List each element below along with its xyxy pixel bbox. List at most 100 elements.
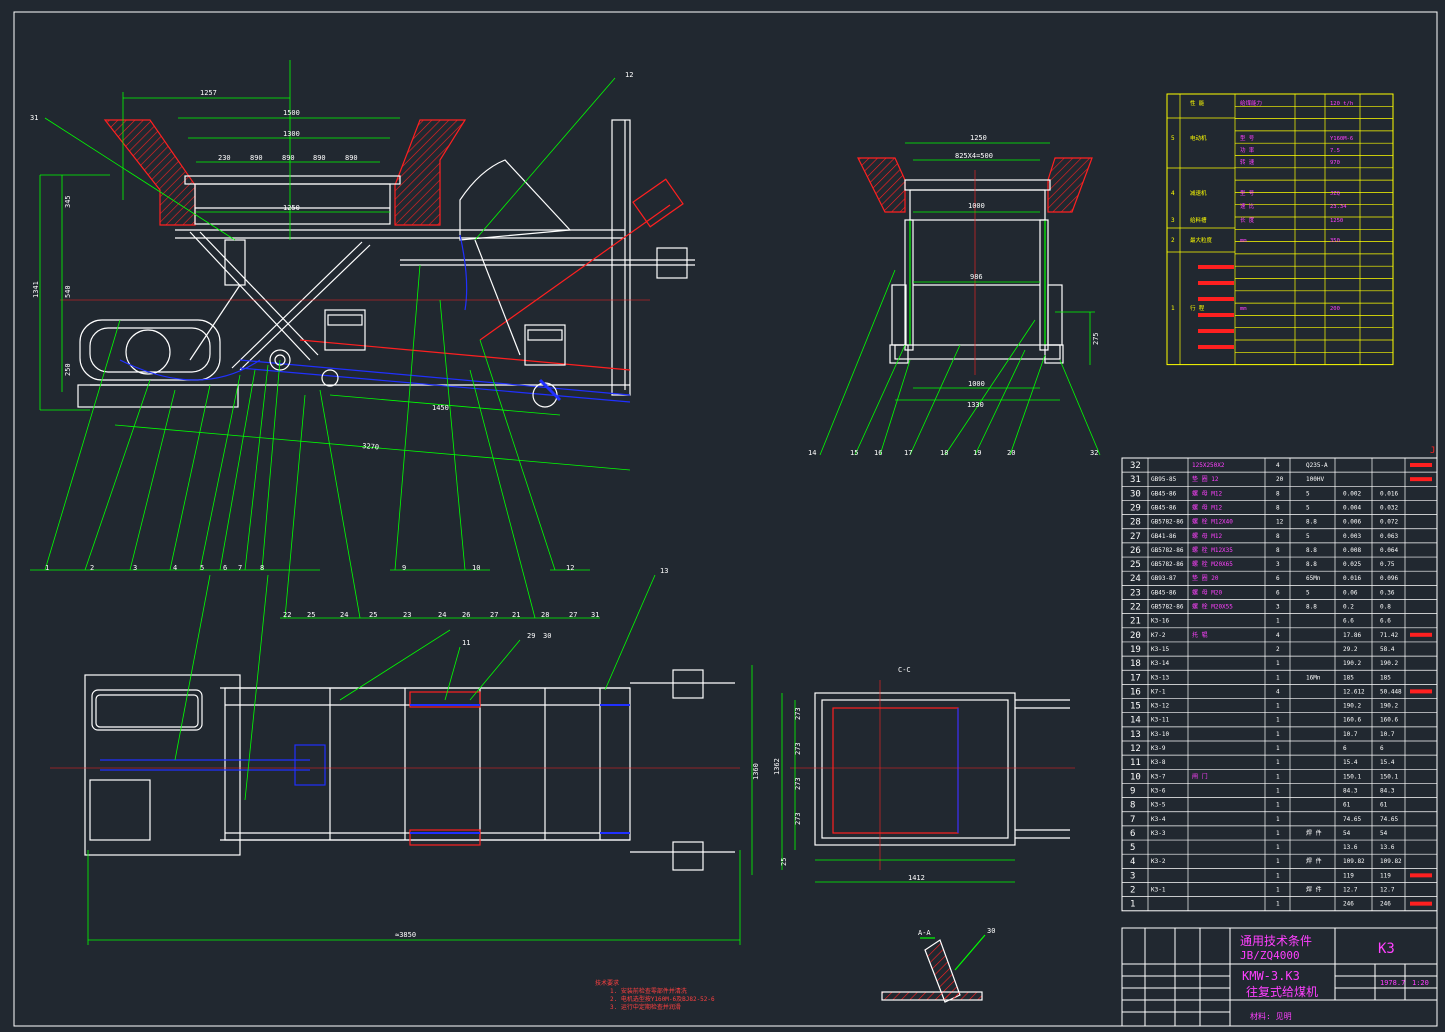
part-code: K3-9 xyxy=(1151,745,1166,752)
tech-row-no: 5 xyxy=(1171,135,1175,142)
parts-table-flag: J xyxy=(1430,446,1435,456)
part-weight-total: 0.064 xyxy=(1380,547,1398,554)
part-weight-single: 109.82 xyxy=(1343,858,1365,865)
balloon-top-1: 1 xyxy=(45,564,49,572)
part-no: 22 xyxy=(1130,603,1141,613)
part-weight-single: 0.016 xyxy=(1343,575,1361,582)
dim-3270: 3270 xyxy=(362,442,379,451)
part-no: 23 xyxy=(1130,588,1141,598)
part-weight-single: 61 xyxy=(1343,802,1351,809)
part-weight-single: 54 xyxy=(1343,830,1351,837)
dim-1362: 1362 xyxy=(773,758,781,775)
balloon-side-16: 16 xyxy=(874,449,882,457)
part-qty: 8 xyxy=(1276,504,1280,511)
part-qty: 1 xyxy=(1276,901,1280,908)
balloon-13: 13 xyxy=(660,567,668,575)
part-weight-single: 10.7 xyxy=(1343,731,1358,738)
tech-row-no: 2 xyxy=(1171,237,1175,244)
part-weight-total: 185 xyxy=(1380,674,1391,681)
parts-table: J32 125X250X2 4 Q235-A31 GB95-85 垫 圈 12 20 100H… xyxy=(1121,446,1438,912)
title-sheet: 1978.7 xyxy=(1380,979,1405,987)
note-line: 技术要求 xyxy=(595,979,619,987)
section-cc-dims xyxy=(781,693,1015,883)
part-name: 螺 母 M20 xyxy=(1192,588,1222,596)
part-weight-single: 0.006 xyxy=(1343,519,1361,526)
part-name: 螺 母 M12 xyxy=(1192,532,1222,540)
parts-table-mark xyxy=(1410,689,1432,694)
balloon-side-19: 19 xyxy=(973,449,981,457)
tech-row-value: 350 xyxy=(1330,238,1340,244)
dim-540: 540 xyxy=(64,285,72,298)
tech-row-param: 转 速 xyxy=(1240,158,1255,166)
balloon-mid-3: 25 xyxy=(369,611,377,619)
balloon-side-20: 20 xyxy=(1007,449,1015,457)
title-code: K3 xyxy=(1378,941,1395,957)
balloon-top-6: 6 xyxy=(223,564,227,572)
part-qty: 12 xyxy=(1276,519,1284,526)
part-name: 螺 栓 M12X35 xyxy=(1192,546,1233,554)
dim-1300: 1300 xyxy=(283,130,300,138)
balloon-top-8: 8 xyxy=(260,564,264,572)
drawing-canvas: 1257 1500 1300 230 890 890 890 890 1250 … xyxy=(13,11,1438,1027)
balloon-mid-7: 27 xyxy=(490,611,498,619)
part-weight-single: 119 xyxy=(1343,872,1354,879)
section-aa xyxy=(881,934,986,1003)
parts-table-mark xyxy=(1410,901,1432,906)
part-code: GB5782-86 xyxy=(1151,604,1184,611)
part-weight-single: 190.2 xyxy=(1343,703,1361,710)
title-standard2: JB/ZQ4000 xyxy=(1240,949,1300,962)
part-weight-single: 0.025 xyxy=(1343,561,1361,568)
part-name: 螺 栓 M20X65 xyxy=(1192,560,1233,568)
part-weight-total: 0.75 xyxy=(1380,561,1395,568)
part-weight-single: 0.2 xyxy=(1343,604,1354,611)
part-weight-single: 12.7 xyxy=(1343,887,1358,894)
part-weight-total: 71.42 xyxy=(1380,632,1398,639)
dim-25: 25 xyxy=(780,858,788,866)
part-weight-total: 84.3 xyxy=(1380,787,1395,794)
part-weight-single: 0.002 xyxy=(1343,490,1361,497)
dim-250: 250 xyxy=(64,363,72,376)
title-scale: 1:20 xyxy=(1412,979,1429,987)
balloon-top-12: 12 xyxy=(566,564,574,572)
plan-gearbox xyxy=(84,674,241,856)
tech-row-param: 给煤能力 xyxy=(1240,99,1262,107)
dim-side-1330: 1330 xyxy=(967,401,984,409)
dim-side-1000b: 1000 xyxy=(968,380,985,388)
balloon-top-7: 7 xyxy=(238,564,242,572)
plan-view xyxy=(50,665,753,945)
gate-arc xyxy=(459,159,572,241)
part-qty: 8 xyxy=(1276,533,1280,540)
part-name: 125X250X2 xyxy=(1192,462,1225,469)
balloon-side-17: 17 xyxy=(904,449,912,457)
balloon-mid-2: 24 xyxy=(340,611,348,619)
part-weight-single: 74.65 xyxy=(1343,816,1361,823)
parts-table-mark xyxy=(1410,477,1432,482)
balloon-top-5: 5 xyxy=(200,564,204,572)
part-qty: 2 xyxy=(1276,646,1280,653)
hopper-left-wall xyxy=(103,119,196,226)
dim-1450: 1450 xyxy=(432,404,449,412)
balloon-31: 31 xyxy=(30,114,38,122)
balloon-30: 30 xyxy=(543,632,551,640)
tech-row-value: 120 t/h xyxy=(1330,101,1353,107)
part-weight-single: 0.06 xyxy=(1343,589,1358,596)
section-cc-label: C-C xyxy=(898,666,911,674)
part-weight-total: 74.65 xyxy=(1380,816,1398,823)
part-weight-total: 54 xyxy=(1380,830,1388,837)
note-line: 2. 电机选型按Y160M-6及BJ82-52-6 xyxy=(610,995,715,1003)
part-code: K3-13 xyxy=(1151,674,1169,681)
part-weight-single: 17.86 xyxy=(1343,632,1361,639)
tech-row-value: 200 xyxy=(1330,306,1340,312)
part-material: Q235-A xyxy=(1306,462,1328,469)
tech-table: 性 能给煤能力 120 t/h5 电动机型 号 Y160M-6功 率 7.5转 速 970… xyxy=(1166,93,1394,366)
balloons-row-1: 1 2 3 4 5 6 7 8 9 10 12 xyxy=(45,564,574,572)
part-code: K3-6 xyxy=(1151,787,1166,794)
balloon-mid-9: 28 xyxy=(541,611,549,619)
part-no: 30 xyxy=(1130,489,1141,499)
tech-row-name: 给料槽 xyxy=(1190,216,1207,224)
parts-table-mark xyxy=(1410,463,1432,467)
dim-side-986: 986 xyxy=(970,273,983,281)
dim-273-b: 273 xyxy=(794,742,802,755)
balloon-side-15: 15 xyxy=(850,449,858,457)
dim-890-a: 890 xyxy=(250,154,263,162)
